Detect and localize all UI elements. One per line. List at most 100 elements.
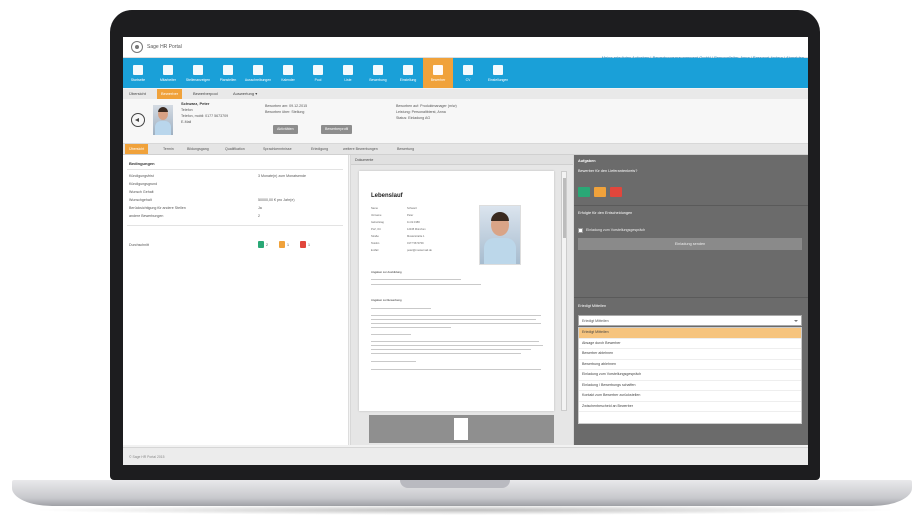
subtab-applicants[interactable]: Bewerber <box>157 89 183 99</box>
nav-item-7[interactable]: Liste <box>333 58 363 88</box>
back-icon[interactable] <box>131 113 145 127</box>
footer: © Sage HR Portal 2015 <box>123 447 808 465</box>
cv-field-value: Musterstraße 1 <box>407 235 425 238</box>
tab-other-applications[interactable]: weitere Bewerbungen <box>339 144 382 154</box>
person-icon <box>163 64 173 75</box>
nav-item-4[interactable]: Ausschreibungen <box>243 58 273 88</box>
nav-item-label: Bewerber <box>430 77 446 82</box>
rating-orange-count: 1 <box>287 243 289 247</box>
send-invitation-button[interactable]: Einladung senden <box>578 238 802 250</box>
nav-item-11[interactable]: CV <box>453 58 483 88</box>
nav-item-12[interactable]: Einstellungen <box>483 58 513 88</box>
documents-scrollbar[interactable] <box>561 171 567 411</box>
cv-photo <box>479 205 521 265</box>
pool-icon <box>313 64 323 75</box>
cv-field-label: Name <box>371 207 378 210</box>
page-thumbnails <box>369 415 554 443</box>
nav-item-5[interactable]: Kalender <box>273 58 303 88</box>
hold-folder-icon[interactable] <box>594 187 606 197</box>
profile-email: E-Mail <box>181 120 192 124</box>
dropdown-option[interactable]: Absage durch Bewerber <box>579 339 801 349</box>
subtab-pool[interactable]: Bewerberpool <box>189 89 222 99</box>
approve-drop-icon[interactable] <box>578 187 590 197</box>
text-line <box>371 308 431 310</box>
text-line <box>371 369 541 371</box>
row-value: 2 <box>258 214 260 218</box>
trend-icon <box>403 64 413 75</box>
cv-field-label: Geburtstag <box>371 221 384 224</box>
page-thumbnail[interactable] <box>454 418 468 440</box>
cv-field-label: Vorname <box>371 214 382 217</box>
folder-icon <box>433 64 443 75</box>
subtab-reports[interactable]: Auswertung ▾ <box>229 89 261 99</box>
applicant-header: Schwarz, Peter Telefon Telefon, mobil: 0… <box>123 99 808 144</box>
row-value: Ja <box>258 206 262 210</box>
nav-item-8[interactable]: Bewerbung <box>363 58 393 88</box>
dropdown-option[interactable]: Bewerbung ablehnen <box>579 360 801 370</box>
cv-field-value: 11.02.1986 <box>407 221 420 224</box>
link-icon <box>463 64 473 75</box>
cv-field-value: Peter <box>407 214 414 217</box>
next-step-title: Erledigt Mitteilen <box>578 304 607 308</box>
nav-item-1[interactable]: Mitarbeiter <box>153 58 183 88</box>
applicant-name: Schwarz, Peter <box>181 101 210 106</box>
nav-item-label: Kalender <box>281 77 295 82</box>
reject-pin-icon[interactable] <box>610 187 622 197</box>
nav-item-6[interactable]: Pool <box>303 58 333 88</box>
logo-text: Sage HR Portal <box>147 44 182 50</box>
nav-item-label: Ausschreibungen <box>244 77 272 82</box>
dropdown-option[interactable]: Erledigt Mitteilen <box>579 328 801 339</box>
subtab-overview[interactable]: Übersicht <box>125 89 150 99</box>
activities-button[interactable]: Aktivitäten <box>273 125 298 134</box>
dropdown-option[interactable]: Kontakt zum Bewerber zurückstellen <box>579 391 801 402</box>
home-icon <box>133 64 143 75</box>
dropdown-option[interactable]: Zwischenbescheid an Bewerber <box>579 402 801 412</box>
rating-label: Durchschnitt <box>129 243 149 247</box>
tasks-title: Aufgaben <box>578 159 596 163</box>
tab-languages[interactable]: Sprachkenntnisse <box>259 144 296 154</box>
nav-item-label: Startseite <box>130 77 146 82</box>
tasks-question-1: Bewerber für den Lieferantenkreis? <box>578 169 638 173</box>
applied-for: Beworben auf: Produktmanager (m/w) <box>396 104 457 108</box>
nav-item-label: Einstellungen <box>487 77 509 82</box>
tab-rating[interactable]: Bewertung <box>393 144 418 154</box>
dropdown-option[interactable]: Einladung zum Vorstellungsgespräch <box>579 370 801 381</box>
applicant-profile-button[interactable]: Bewerberprofil <box>321 125 353 134</box>
profile-col1: Schwarz, Peter Telefon Telefon, mobil: 0… <box>181 101 228 125</box>
documents-header: Dokumente <box>351 155 573 165</box>
logo-icon[interactable] <box>131 41 143 53</box>
tasks-question-2: Erfolgte für den Entscheidungen <box>578 211 633 215</box>
applied-on: Beworben am: 09.12.2015 <box>265 104 308 108</box>
invite-checkbox[interactable] <box>578 228 583 233</box>
nav-item-10[interactable]: Bewerber <box>423 58 453 88</box>
nav-item-label: Bewerbung <box>369 77 387 82</box>
nav-item-9[interactable]: Einstellung <box>393 58 423 88</box>
group-icon <box>373 64 383 75</box>
tab-appointment[interactable]: Termin <box>159 144 178 154</box>
text-line <box>371 284 481 286</box>
tab-education[interactable]: Bildungsgang <box>183 144 213 154</box>
row-label: Wunsch Gehalt <box>129 190 154 194</box>
nav-item-0[interactable]: Startseite <box>123 58 153 88</box>
main-nav: Startseite Mitarbeiter Stellenanzeigen Plan… <box>123 58 808 88</box>
dropdown-option[interactable]: Einladung / Bewerbungs schaffen <box>579 381 801 391</box>
row-value: 3 Monate(n) zum Monatsende <box>258 174 306 178</box>
nav-item-label: Einstellung <box>399 77 417 82</box>
dropdown-option[interactable]: Bewerber ablehnen <box>579 349 801 360</box>
divider <box>127 169 343 170</box>
nav-item-2[interactable]: Stellenanzeigen <box>183 58 213 88</box>
cv-field-label: PLZ, Ort <box>371 228 381 231</box>
nav-item-3[interactable]: Planstellen <box>213 58 243 88</box>
tab-completion[interactable]: Erledigung <box>307 144 332 154</box>
rating-red-count: 1 <box>308 243 310 247</box>
app-screen: Sage HR Portal Meine erledigten Aufgaben… <box>123 37 808 465</box>
tab-qualification[interactable]: Qualifikation <box>221 144 249 154</box>
text-line <box>371 279 461 281</box>
next-step-select[interactable]: Erledigt Mitteilen <box>578 315 802 326</box>
rating-red-icon <box>300 241 306 248</box>
divider <box>574 205 808 206</box>
profile-mobile: Telefon, mobil: 0177 5673709 <box>181 114 229 118</box>
rating-green-count: 2 <box>266 243 268 247</box>
cv-document[interactable]: Lebenslauf Name Schwarz Vorname Peter Ge… <box>359 171 554 411</box>
tab-overview[interactable]: Übersicht <box>125 144 149 154</box>
